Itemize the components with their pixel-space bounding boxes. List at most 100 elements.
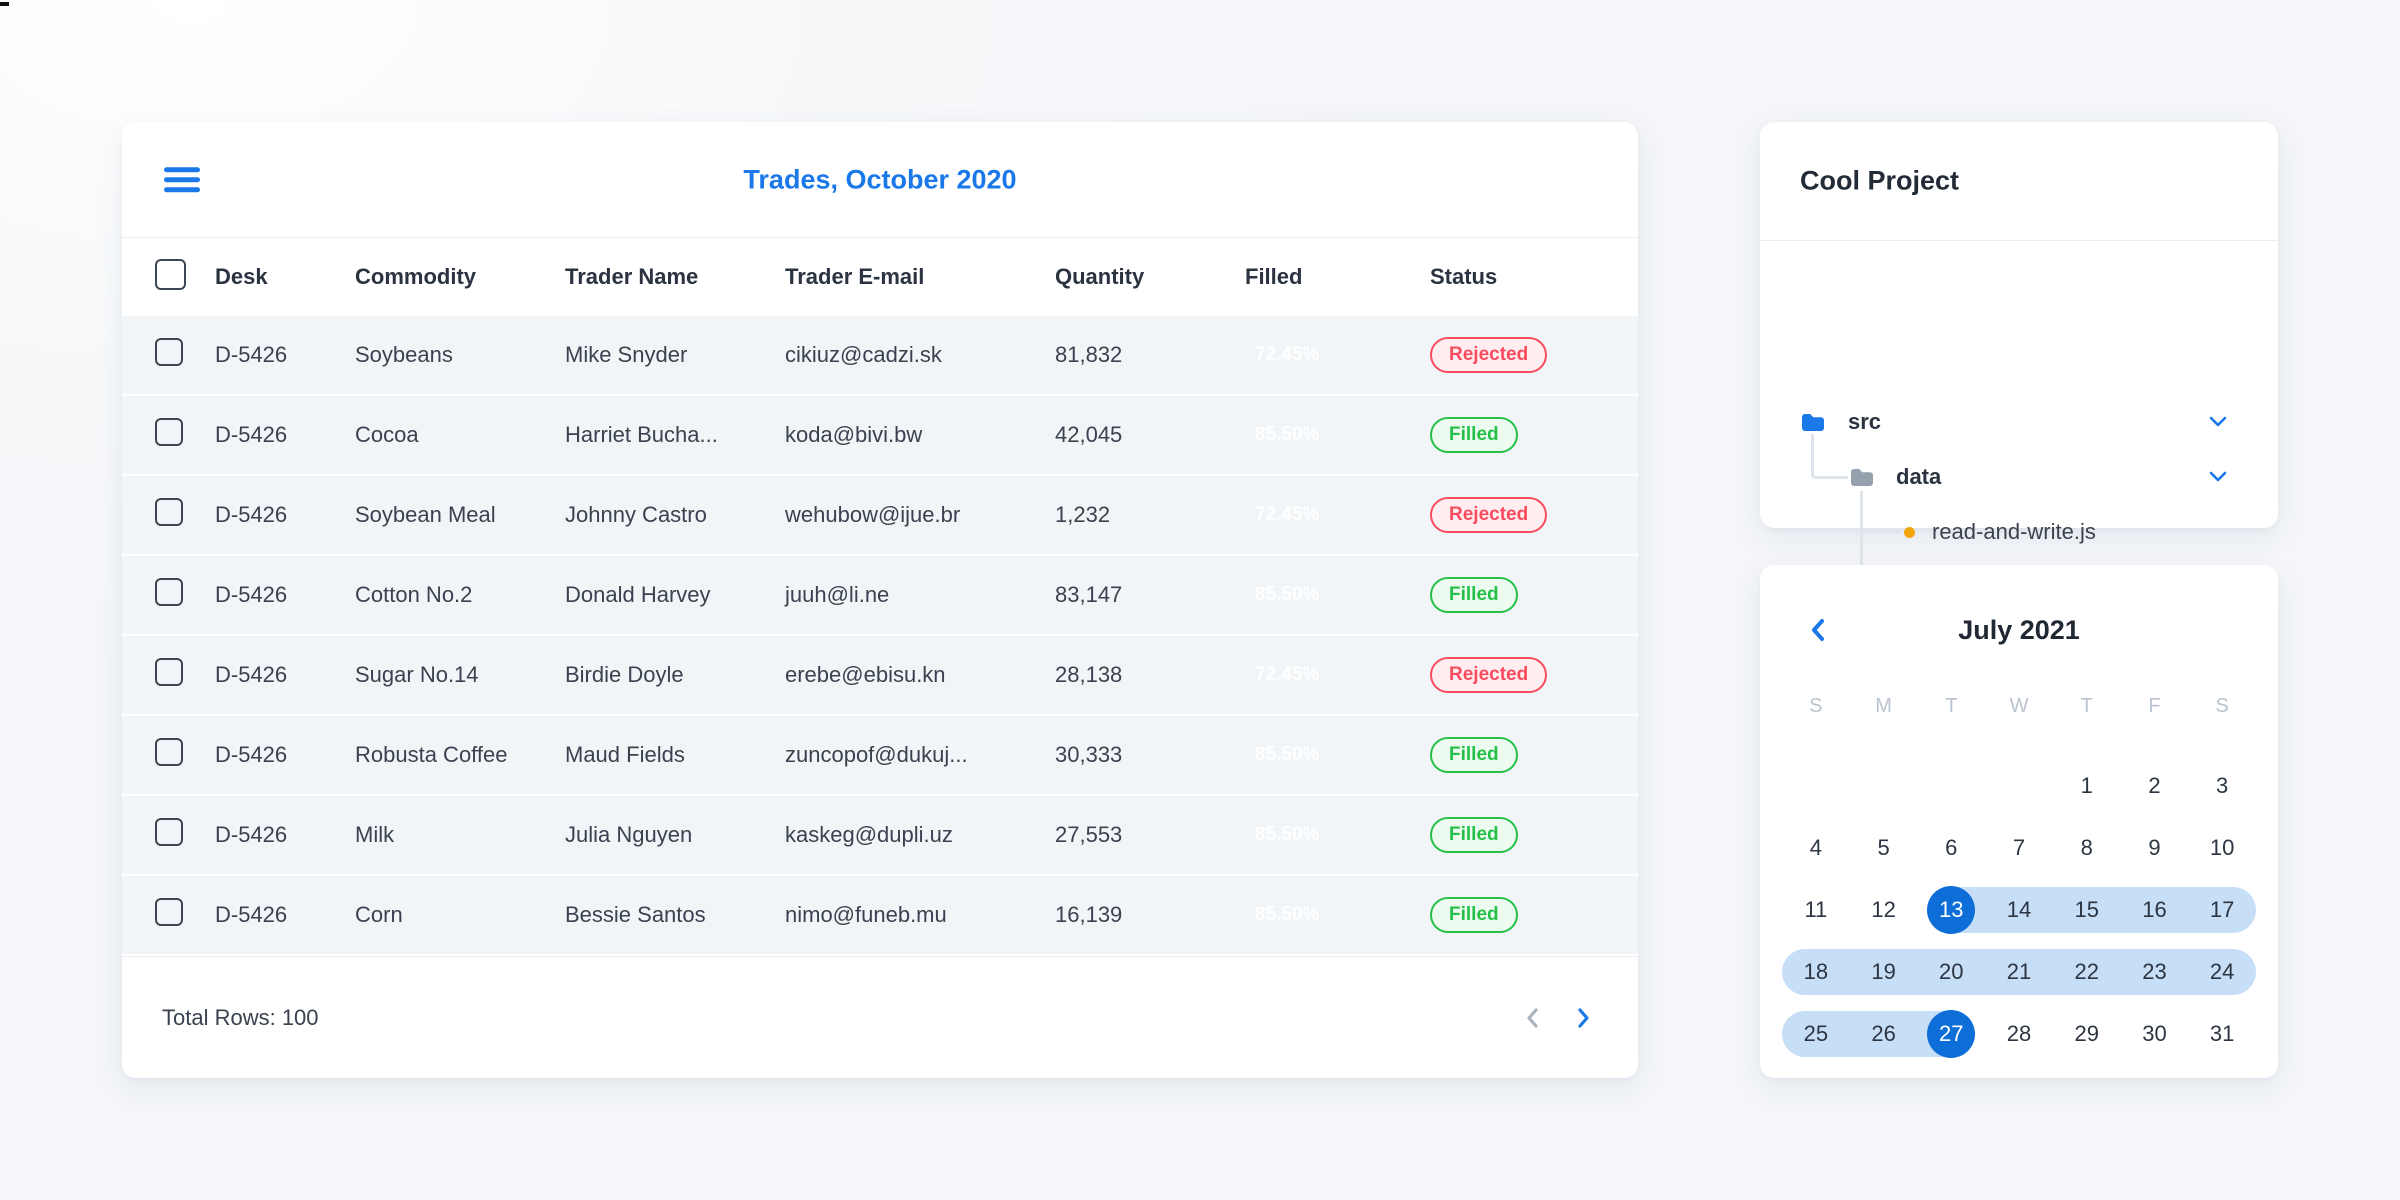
calendar-day-6[interactable]: 6 <box>1917 817 1985 879</box>
status-badge: Rejected <box>1430 337 1548 373</box>
status-cell: Filled <box>1430 737 1638 773</box>
file-name: read-and-write.js <box>1932 519 2096 544</box>
day-number: 7 <box>2012 835 2026 860</box>
calendar-day-14[interactable]: 14 <box>1985 879 2053 941</box>
filled-percent-label: 85.50% <box>1255 424 1320 445</box>
calendar-day-19[interactable]: 19 <box>1849 941 1918 1003</box>
trader-name-cell: Bessie Santos <box>565 902 706 927</box>
calendar-week-row: 18 19 20 21 22 23 24 <box>1782 941 2256 1003</box>
calendar-day-7[interactable]: 7 <box>1985 817 2053 879</box>
calendar-day-25[interactable]: 25 <box>1782 1003 1850 1065</box>
calendar-day-1[interactable]: 1 <box>2053 755 2121 817</box>
calendar-header: July 2021 <box>1760 565 2278 695</box>
status-badge: Filled <box>1430 897 1518 933</box>
calendar-day-29[interactable]: 29 <box>2053 1003 2121 1065</box>
select-all-checkbox[interactable] <box>155 258 186 290</box>
commodity-cell: Robusta Coffee <box>355 742 508 767</box>
quantity-cell: 28,138 <box>1055 662 1123 687</box>
calendar-day-28[interactable]: 28 <box>1985 1003 2053 1065</box>
desk-cell: D-5426 <box>215 422 288 447</box>
row-checkbox[interactable] <box>155 338 183 366</box>
column-header-filled: Filled <box>1245 264 1303 289</box>
calendar-day-4[interactable]: 4 <box>1782 817 1850 879</box>
calendar-empty-cell <box>1985 755 2053 817</box>
day-number: 30 <box>2142 1021 2167 1046</box>
table-header-row: Desk Commodity Trader Name Trader E-mail… <box>122 238 1638 316</box>
calendar-day-5[interactable]: 5 <box>1850 817 1918 879</box>
calendar-card: July 2021 SMTWTFS 1 2 3 4 5 6 7 8 9 10 11 12 13 14 15 1… <box>1760 565 2278 1078</box>
calendar-day-15[interactable]: 15 <box>2052 879 2121 941</box>
desk-cell: D-5426 <box>215 742 288 767</box>
calendar-grid: 1 2 3 4 5 6 7 8 9 10 11 12 13 14 15 16 17 18 19 20 21 22 23 24 2… <box>1760 755 2278 1065</box>
day-number: 5 <box>1877 835 1890 860</box>
weekday-label: F <box>2148 695 2161 717</box>
trader-name-cell: Johnny Castro <box>565 502 707 527</box>
status-badge: Filled <box>1430 577 1518 613</box>
column-header-trader-name: Trader Name <box>565 264 699 289</box>
calendar-day-17[interactable]: 17 <box>2188 879 2256 941</box>
quantity-cell: 30,333 <box>1055 742 1123 767</box>
calendar-week-row: 11 12 13 14 15 16 17 <box>1782 879 2256 941</box>
calendar-day-20[interactable]: 20 <box>1917 941 1985 1003</box>
tree-item-src[interactable]: src <box>1760 402 2278 442</box>
calendar-month-title: July 2021 <box>1958 615 2080 645</box>
row-checkbox[interactable] <box>155 658 183 686</box>
file-dot-icon <box>1904 526 1915 538</box>
day-number: 19 <box>1871 959 1896 984</box>
tree-item-file[interactable]: read-and-write.js <box>1760 512 2278 552</box>
row-checkbox[interactable] <box>155 418 183 446</box>
row-checkbox[interactable] <box>155 498 183 526</box>
row-checkbox[interactable] <box>155 738 183 766</box>
chevron-down-icon[interactable] <box>2208 470 2228 484</box>
filled-percent-label: 85.50% <box>1255 584 1320 605</box>
checkbox-cell <box>122 338 215 372</box>
row-checkbox[interactable] <box>155 578 183 606</box>
quantity-cell: 81,832 <box>1055 342 1123 367</box>
day-number: 14 <box>2006 897 2032 922</box>
calendar-day-11[interactable]: 11 <box>1782 879 1850 941</box>
filled-percent-label: 85.50% <box>1255 904 1320 925</box>
calendar-day-3[interactable]: 3 <box>2188 755 2256 817</box>
next-page-icon[interactable] <box>1573 1006 1593 1030</box>
calendar-day-21[interactable]: 21 <box>1985 941 2053 1003</box>
calendar-day-2[interactable]: 2 <box>2121 755 2189 817</box>
calendar-day-24[interactable]: 24 <box>2188 941 2256 1003</box>
filled-percent-label: 85.50% <box>1255 824 1320 845</box>
status-badge: Filled <box>1430 817 1518 853</box>
commodity-cell: Corn <box>355 902 403 927</box>
table-row: D-5426 Cotton No.2 Donald Harvey juuh@li.ne… <box>122 556 1638 636</box>
calendar-day-26[interactable]: 26 <box>1849 1003 1918 1065</box>
calendar-day-16[interactable]: 16 <box>2120 879 2189 941</box>
trader-email-cell: cikiuz@cadzi.sk <box>785 342 942 367</box>
commodity-cell: Cotton No.2 <box>355 582 473 607</box>
day-number: 13 <box>1927 886 1976 934</box>
calendar-day-18[interactable]: 18 <box>1782 941 1850 1003</box>
filled-percent-label: 72.45% <box>1255 664 1320 685</box>
row-checkbox[interactable] <box>155 818 183 846</box>
checkbox-cell <box>122 578 215 612</box>
quantity-cell: 27,553 <box>1055 822 1123 847</box>
calendar-week-row: 1 2 3 <box>1782 755 2256 817</box>
file-tree-card-header: Cool Project <box>1760 122 2278 241</box>
status-badge: Rejected <box>1430 657 1548 693</box>
calendar-day-9[interactable]: 9 <box>2121 817 2189 879</box>
trader-name-cell: Birdie Doyle <box>565 662 684 687</box>
calendar-day-31[interactable]: 31 <box>2188 1003 2256 1065</box>
calendar-day-13[interactable]: 13 <box>1917 879 1985 941</box>
calendar-day-22[interactable]: 22 <box>2052 941 2121 1003</box>
calendar-day-12[interactable]: 12 <box>1850 879 1918 941</box>
column-header-desk: Desk <box>215 264 268 289</box>
calendar-day-23[interactable]: 23 <box>2120 941 2189 1003</box>
calendar-day-10[interactable]: 10 <box>2188 817 2256 879</box>
table-row: D-5426 Cocoa Harriet Bucha... koda@bivi.bw 4… <box>122 396 1638 476</box>
calendar-day-30[interactable]: 30 <box>2121 1003 2189 1065</box>
calendar-day-8[interactable]: 8 <box>2053 817 2121 879</box>
day-number: 15 <box>2074 897 2099 922</box>
tree-item-data[interactable]: data <box>1760 457 2278 497</box>
row-checkbox[interactable] <box>155 898 183 926</box>
calendar-day-27[interactable]: 27 <box>1917 1003 1985 1065</box>
previous-page-icon[interactable] <box>1523 1006 1543 1030</box>
chevron-down-icon[interactable] <box>2208 415 2228 429</box>
day-number: 17 <box>2209 897 2235 922</box>
day-number: 22 <box>2074 959 2099 984</box>
